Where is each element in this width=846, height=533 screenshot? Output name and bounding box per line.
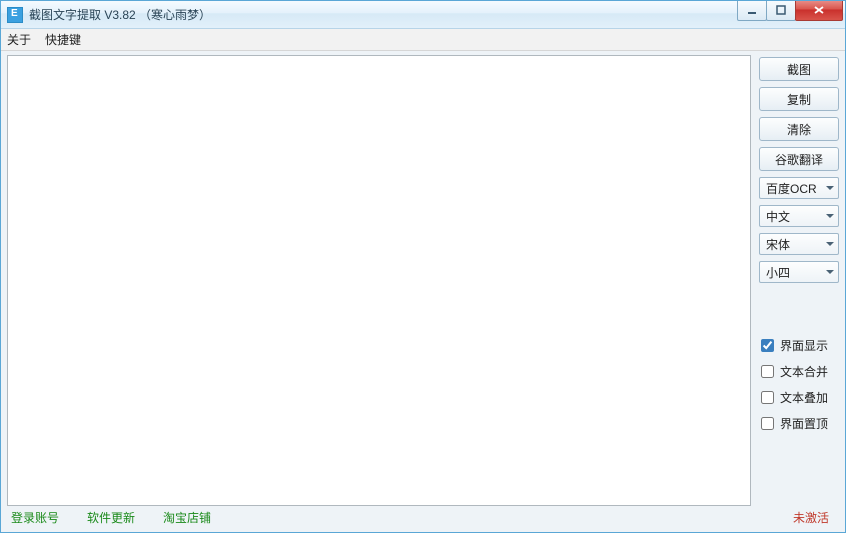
- clear-button[interactable]: 清除: [759, 117, 839, 141]
- always-on-top-label: 界面置顶: [780, 415, 828, 432]
- language-dropdown[interactable]: 中文: [759, 205, 839, 227]
- close-icon: [813, 5, 825, 15]
- menubar: 关于 快捷键: [1, 29, 845, 51]
- client-area: 截图 复制 清除 谷歌翻译 百度OCR 中文 宋体 小四: [1, 51, 845, 532]
- taobao-link[interactable]: 淘宝店铺: [163, 509, 211, 526]
- ocr-engine-dropdown[interactable]: 百度OCR: [759, 177, 839, 199]
- spacer: [759, 289, 839, 329]
- text-overlay-input[interactable]: [761, 391, 774, 404]
- font-size-dropdown[interactable]: 小四: [759, 261, 839, 283]
- side-panel: 截图 复制 清除 谷歌翻译 百度OCR 中文 宋体 小四: [759, 55, 839, 506]
- ui-display-label: 界面显示: [780, 337, 828, 354]
- footer: 登录账号 软件更新 淘宝店铺 未激活: [7, 506, 839, 528]
- minimize-icon: [747, 5, 757, 15]
- main-row: 截图 复制 清除 谷歌翻译 百度OCR 中文 宋体 小四: [7, 55, 839, 506]
- window-title: 截图文字提取 V3.82 （寒心雨梦）: [29, 6, 738, 23]
- screenshot-button[interactable]: 截图: [759, 57, 839, 81]
- textarea-container: [7, 55, 751, 506]
- text-merge-input[interactable]: [761, 365, 774, 378]
- maximize-button[interactable]: [766, 1, 796, 21]
- text-overlay-checkbox[interactable]: 文本叠加: [759, 387, 839, 407]
- chevron-down-icon: [826, 242, 834, 246]
- font-family-dropdown[interactable]: 宋体: [759, 233, 839, 255]
- font-size-value: 小四: [766, 264, 790, 281]
- minimize-button[interactable]: [737, 1, 767, 21]
- app-window: 截图文字提取 V3.82 （寒心雨梦） 关于 快捷键 截图 复制 清除: [0, 0, 846, 533]
- app-icon: [7, 7, 23, 23]
- text-overlay-label: 文本叠加: [780, 389, 828, 406]
- always-on-top-checkbox[interactable]: 界面置顶: [759, 413, 839, 433]
- maximize-icon: [776, 5, 786, 15]
- menu-about[interactable]: 关于: [7, 31, 31, 48]
- language-value: 中文: [766, 208, 790, 225]
- google-translate-button[interactable]: 谷歌翻译: [759, 147, 839, 171]
- chevron-down-icon: [826, 186, 834, 190]
- ocr-engine-value: 百度OCR: [766, 180, 817, 197]
- chevron-down-icon: [826, 270, 834, 274]
- window-controls: [738, 1, 845, 21]
- font-family-value: 宋体: [766, 236, 790, 253]
- titlebar: 截图文字提取 V3.82 （寒心雨梦）: [1, 1, 845, 29]
- text-merge-label: 文本合并: [780, 363, 828, 380]
- always-on-top-input[interactable]: [761, 417, 774, 430]
- login-link[interactable]: 登录账号: [11, 509, 59, 526]
- ocr-result-textarea[interactable]: [8, 56, 750, 505]
- ui-display-input[interactable]: [761, 339, 774, 352]
- ui-display-checkbox[interactable]: 界面显示: [759, 335, 839, 355]
- copy-button[interactable]: 复制: [759, 87, 839, 111]
- close-button[interactable]: [795, 1, 843, 21]
- menu-hotkey[interactable]: 快捷键: [45, 31, 81, 48]
- text-merge-checkbox[interactable]: 文本合并: [759, 361, 839, 381]
- chevron-down-icon: [826, 214, 834, 218]
- activation-status: 未激活: [793, 509, 829, 526]
- update-link[interactable]: 软件更新: [87, 509, 135, 526]
